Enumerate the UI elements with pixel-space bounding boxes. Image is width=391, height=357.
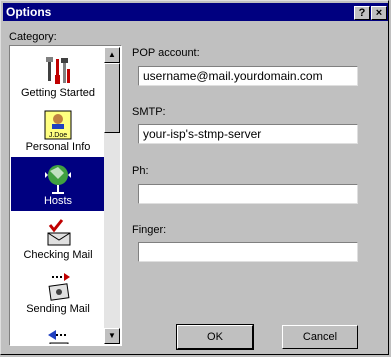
category-label: Category: (9, 31, 57, 43)
finger-label: Finger: (132, 224, 167, 236)
pop-account-label: POP account: (132, 47, 200, 59)
scroll-thumb[interactable] (104, 63, 120, 133)
category-item-getting-started[interactable]: Getting Started (11, 49, 105, 103)
category-list[interactable]: Getting Started J.Doe Personal Info Host… (9, 45, 122, 346)
category-item-sending-mail[interactable]: Sending Mail (11, 265, 105, 319)
scroll-down-button[interactable]: ▼ (104, 328, 120, 344)
category-item-label: Getting Started (21, 87, 95, 99)
hosts-network-icon (45, 165, 71, 194)
ph-label: Ph: (132, 165, 149, 177)
category-item-checking-mail[interactable]: Checking Mail (11, 211, 105, 265)
arrow-left-icon (48, 330, 69, 344)
category-item-label: Sending Mail (26, 303, 90, 315)
id-card-icon: J.Doe (44, 110, 72, 140)
category-item-label: Checking Mail (23, 249, 93, 261)
options-dialog: Options ? × Category: Getting Started J.… (0, 0, 389, 355)
category-item-hosts[interactable]: Hosts (11, 157, 105, 211)
category-item-label: Personal Info (25, 141, 91, 153)
cancel-button[interactable]: Cancel (282, 325, 358, 349)
category-item-personal-info[interactable]: J.Doe Personal Info (11, 103, 105, 157)
smtp-field[interactable]: your-isp's-stmp-server (138, 124, 358, 144)
tools-icon (46, 57, 70, 84)
window-title: Options (6, 5, 52, 19)
smtp-label: SMTP: (132, 106, 166, 118)
scroll-up-button[interactable]: ▲ (104, 47, 120, 63)
pop-account-field[interactable]: username@mail.yourdomain.com (138, 66, 358, 86)
sending-mail-icon (48, 273, 70, 301)
checking-mail-icon (47, 219, 71, 246)
category-scrollbar[interactable]: ▲ ▼ (104, 47, 120, 344)
id-card-badge: J.Doe (49, 132, 67, 139)
help-button[interactable]: ? (354, 6, 370, 20)
ph-field[interactable] (138, 184, 358, 204)
title-bar[interactable]: Options ? × (3, 3, 388, 21)
finger-field[interactable] (138, 242, 358, 262)
category-item-partial[interactable] (11, 319, 105, 344)
ok-button[interactable]: OK (176, 324, 254, 350)
category-item-label: Hosts (43, 195, 73, 207)
close-button[interactable]: × (371, 6, 387, 20)
